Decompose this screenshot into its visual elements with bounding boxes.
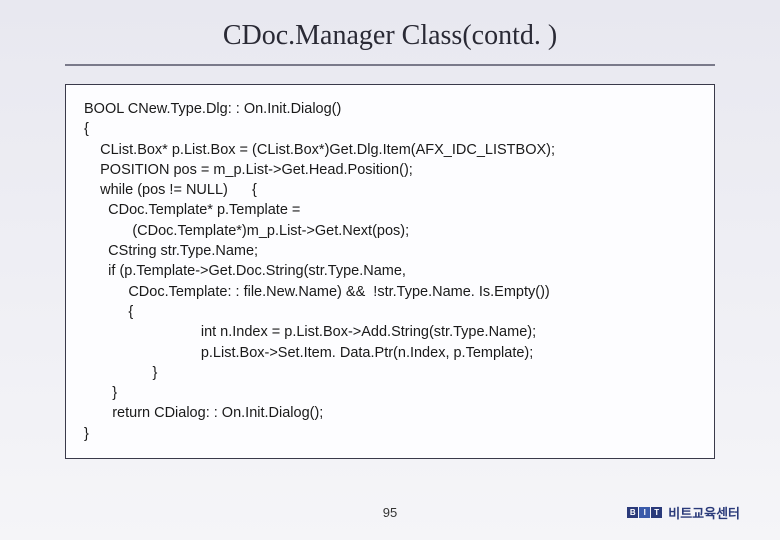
code-content: BOOL CNew.Type.Dlg: : On.Init.Dialog() {… (84, 99, 696, 444)
code-line: int n.Index = p.List.Box->Add.String(str… (84, 324, 536, 340)
code-line: CList.Box* p.List.Box = (CList.Box*)Get.… (84, 142, 555, 158)
code-line: return CDialog: : On.Init.Dialog(); (84, 405, 323, 421)
slide-title: CDoc.Manager Class(contd. ) (65, 20, 715, 52)
code-line: if (p.Template->Get.Doc.String(str.Type.… (84, 263, 406, 279)
code-line: p.List.Box->Set.Item. Data.Ptr(n.Index, … (84, 345, 533, 361)
logo-letter-i: I (639, 507, 650, 518)
logo-letter-t: T (651, 507, 662, 518)
bit-logo-icon: B I T (627, 507, 662, 518)
code-line: BOOL CNew.Type.Dlg: : On.Init.Dialog() (84, 101, 341, 117)
code-line: { (84, 121, 89, 137)
code-line: while (pos != NULL) { (84, 182, 257, 198)
logo-letter-b: B (627, 507, 638, 518)
logo-text: 비트교육센터 (668, 503, 740, 522)
code-line: POSITION pos = m_p.List->Get.Head.Positi… (84, 162, 413, 178)
code-line: } (84, 385, 117, 401)
title-area: CDoc.Manager Class(contd. ) (65, 20, 715, 66)
page-number: 95 (383, 505, 397, 520)
code-line: CDoc.Template* p.Template = (84, 202, 300, 218)
code-line: } (84, 365, 157, 381)
code-line: } (84, 426, 89, 442)
code-box: BOOL CNew.Type.Dlg: : On.Init.Dialog() {… (65, 84, 715, 459)
code-line: { (84, 304, 133, 320)
code-line: CString str.Type.Name; (84, 243, 258, 259)
code-line: (CDoc.Template*)m_p.List->Get.Next(pos); (84, 223, 409, 239)
code-line: CDoc.Template: : file.New.Name) && !str.… (84, 284, 550, 300)
logo-area: B I T 비트교육센터 (627, 503, 740, 522)
slide-container: CDoc.Manager Class(contd. ) BOOL CNew.Ty… (0, 0, 780, 540)
footer: 95 B I T 비트교육센터 (0, 503, 780, 522)
